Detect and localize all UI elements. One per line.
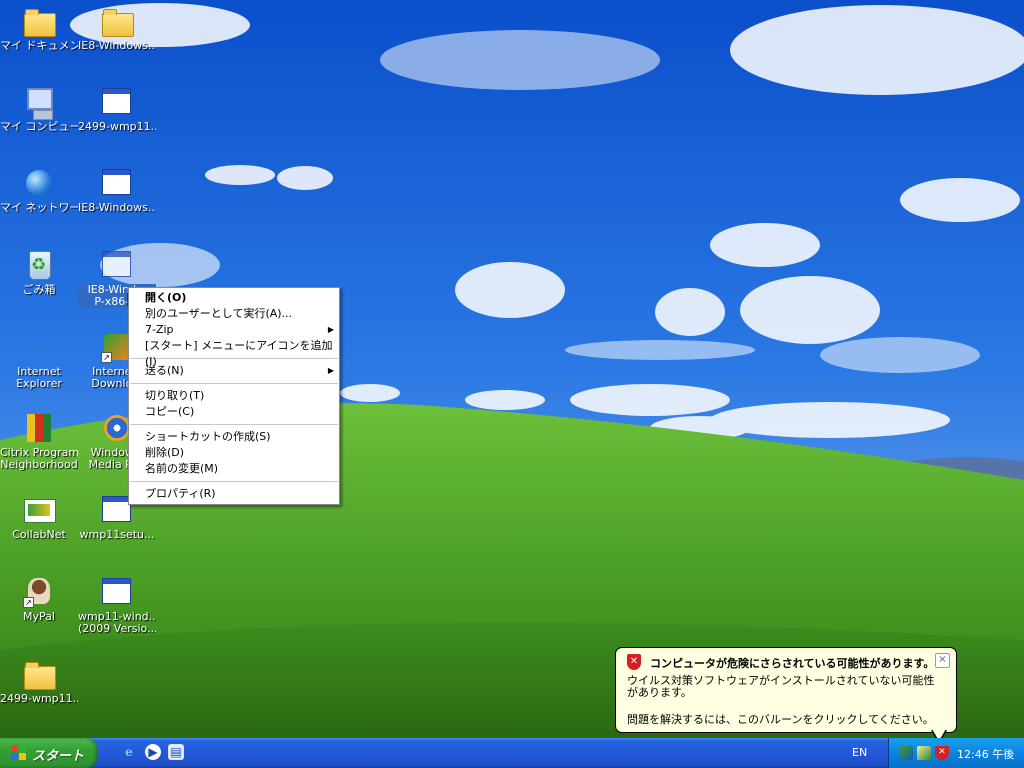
clock[interactable]: 12:46 午後	[957, 746, 1014, 762]
computer-icon	[23, 86, 55, 120]
desktop-icon-citrix[interactable]: Citrix Program Neighborhood	[0, 412, 78, 471]
application-icon	[101, 576, 133, 608]
icon-label: マイ ドキュメント	[0, 40, 78, 52]
application-icon	[101, 249, 133, 281]
icon-label-line2: Explorer	[16, 378, 62, 390]
desktop-icon-ie8-folder[interactable]: IE8-Windows...	[78, 5, 156, 52]
desktop-icon-mypal[interactable]: ↗ MyPal	[0, 576, 78, 623]
folder-icon	[23, 5, 56, 37]
start-label: スタート	[32, 749, 85, 764]
desktop-icon-my-computer[interactable]: マイ コンピュータ	[0, 86, 78, 133]
menu-item-cut[interactable]: 切り取り(T)	[129, 388, 339, 404]
folder-icon	[101, 5, 134, 37]
security-shield-icon: ✕	[627, 654, 641, 670]
menu-item-rename[interactable]: 名前の変更(M)	[129, 461, 339, 477]
menu-separator	[130, 481, 338, 482]
desktop-icon-2499-wmp11[interactable]: 2499-wmp11...	[78, 86, 156, 133]
icon-label: CollabNet	[12, 529, 66, 541]
quicklaunch-internet-explorer-icon[interactable]: e	[121, 744, 137, 760]
desktop-icon-my-network[interactable]: マイ ネットワーク	[0, 167, 78, 214]
icon-label: 2499-wmp11...	[0, 693, 78, 705]
icon-label: MyPal	[23, 611, 55, 623]
internet-explorer-icon: e	[27, 329, 47, 364]
taskbar: スタート e ▶ ▤ EN ✕ 12:46 午後	[0, 738, 1024, 768]
icon-label-line2: (2009 Versio...	[78, 623, 156, 635]
balloon-close-button[interactable]: ×	[935, 653, 950, 668]
balloon-title: コンピュータが危険にさらされている可能性があります。	[650, 657, 935, 670]
balloon-message: ウイルス対策ソフトウェアがインストールされていない可能性があります。	[627, 674, 935, 699]
icon-label: IE8-Windows...	[78, 202, 156, 214]
menu-item-open[interactable]: 開く(O)	[129, 290, 339, 306]
desktop-icon-internet-explorer[interactable]: e Internet Explorer	[0, 331, 78, 390]
icon-label: Internet	[17, 366, 61, 378]
desktop-icon-ie8-windows[interactable]: IE8-Windows...	[78, 167, 156, 214]
menu-item-run-as[interactable]: 別のユーザーとして実行(A)...	[129, 306, 339, 322]
application-icon	[101, 167, 133, 199]
start-button[interactable]: スタート	[0, 738, 98, 768]
context-menu: 開く(O) 別のユーザーとして実行(A)... 7-Zip ▶ [スタート] メニ…	[128, 287, 340, 505]
menu-separator	[130, 383, 338, 384]
quicklaunch-media-player-icon[interactable]: ▶	[145, 744, 161, 760]
icon-label: Citrix Program	[0, 447, 78, 459]
menu-item-delete[interactable]: 削除(D)	[129, 445, 339, 461]
icon-label: wmp11-wind...	[78, 611, 156, 623]
mypal-icon: ↗	[23, 576, 55, 608]
balloon-instruction: 問題を解決するには、このバルーンをクリックしてください。	[627, 713, 934, 726]
folder-icon	[23, 658, 56, 690]
security-alert-icon[interactable]: ✕	[935, 746, 949, 760]
menu-item-create-shortcut[interactable]: ショートカットの作成(S)	[129, 429, 339, 445]
icon-label-line2: Neighborhood	[0, 459, 78, 471]
security-alert-balloon[interactable]: ✕ コンピュータが危険にさらされている可能性があります。 × ウイルス対策ソフト…	[615, 647, 957, 744]
desktop-icon-folder-2499[interactable]: 2499-wmp11...	[0, 658, 78, 705]
network-icon	[23, 167, 55, 199]
menu-item-7zip[interactable]: 7-Zip ▶	[129, 322, 339, 338]
icon-label: IE8-Windows...	[78, 40, 156, 52]
quicklaunch-show-desktop-icon[interactable]: ▤	[168, 744, 184, 760]
menu-item-pin-to-start[interactable]: [スタート] メニューにアイコンを追加(I)	[129, 338, 339, 368]
icon-label: wmp11setu...	[79, 529, 155, 541]
system-tray: ✕ 12:46 午後	[888, 738, 1024, 768]
icon-label: マイ ネットワーク	[0, 202, 78, 214]
language-indicator[interactable]: EN	[852, 746, 867, 759]
citrix-icon	[23, 412, 55, 444]
icon-label: マイ コンピュータ	[0, 121, 78, 133]
application-icon	[101, 86, 133, 118]
desktop-icon-wmp11-windows[interactable]: wmp11-wind... (2009 Versio...	[78, 576, 156, 635]
update-icon[interactable]	[917, 746, 931, 760]
windows-logo-icon	[11, 745, 27, 761]
desktop-icon-recycle-bin[interactable]: ごみ箱	[0, 249, 78, 296]
submenu-arrow-icon: ▶	[327, 325, 334, 334]
network-icon[interactable]	[899, 746, 913, 760]
icon-label: 2499-wmp11...	[78, 121, 156, 133]
desktop-icon-my-documents[interactable]: マイ ドキュメント	[0, 5, 78, 52]
menu-item-send-to[interactable]: 送る(N) ▶	[129, 363, 339, 379]
menu-separator	[130, 358, 338, 359]
icon-label: ごみ箱	[22, 284, 56, 296]
menu-item-properties[interactable]: プロパティ(R)	[129, 486, 339, 502]
submenu-arrow-icon: ▶	[327, 366, 334, 375]
collabnet-icon	[23, 494, 56, 526]
menu-separator	[130, 424, 338, 425]
menu-item-copy[interactable]: コピー(C)	[129, 404, 339, 420]
recycle-bin-icon	[23, 249, 55, 281]
desktop-icon-collabnet[interactable]: CollabNet	[0, 494, 78, 541]
